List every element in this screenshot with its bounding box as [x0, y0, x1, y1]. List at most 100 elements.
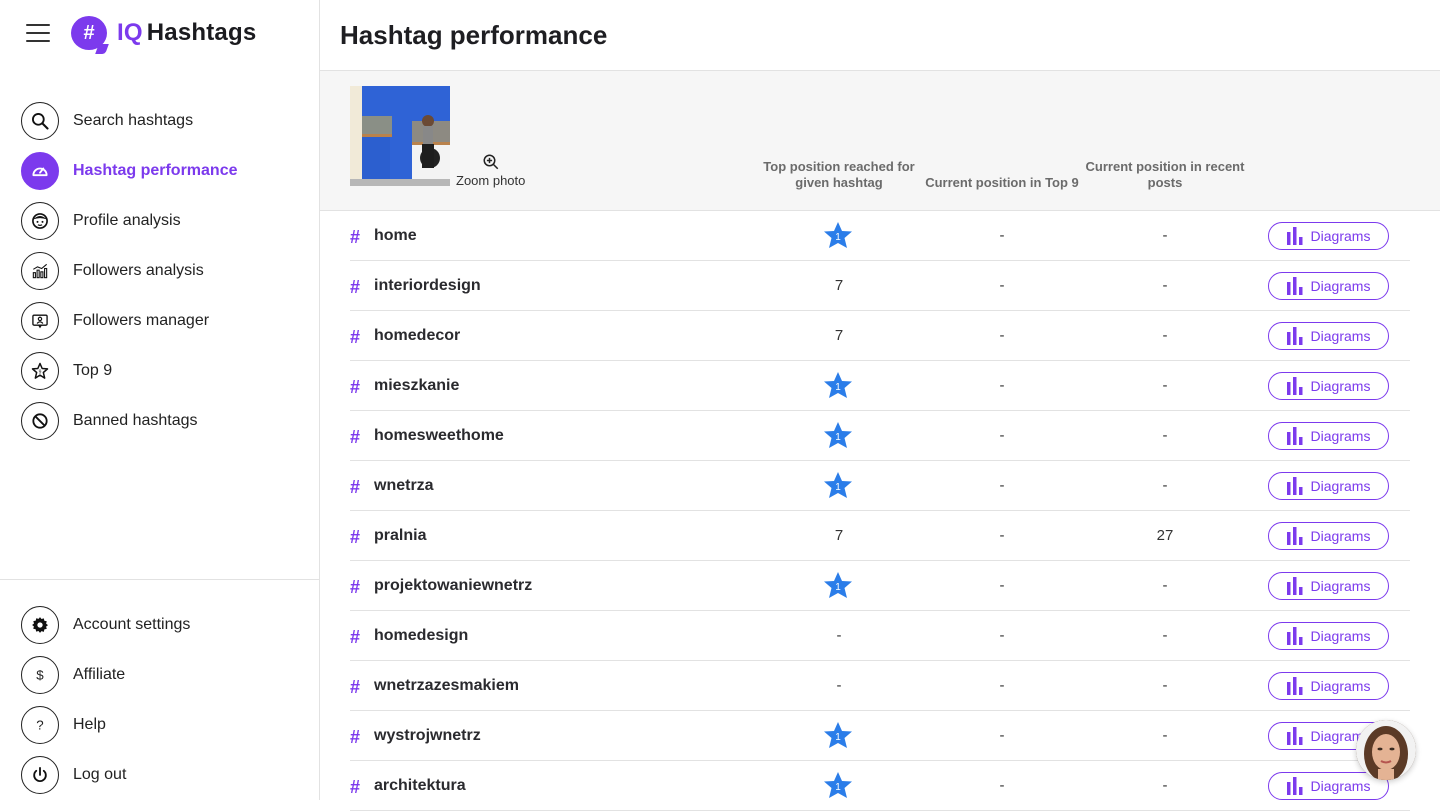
current-top9-value: -: [999, 327, 1005, 344]
sidebar-item-followers-manager[interactable]: Followers manager: [21, 296, 238, 346]
top-position-star-badge: 1: [822, 571, 854, 601]
top-position-star-badge: 1: [822, 371, 854, 401]
hashtag-name[interactable]: pralnia: [374, 527, 426, 545]
hashtag-name[interactable]: homesweethome: [374, 427, 504, 445]
bar-chart-icon: [1286, 377, 1303, 395]
sidebar-item-banned-hashtags[interactable]: Banned hashtags: [21, 396, 238, 446]
table-row: # interiordesign 7 - - Diagrams: [350, 261, 1410, 311]
current-top9-value: -: [999, 477, 1005, 494]
svg-text:$: $: [36, 668, 44, 683]
diagrams-button[interactable]: Diagrams: [1268, 622, 1389, 650]
table-row: # projektowaniewnetrz 1 - - Diagrams: [350, 561, 1410, 611]
top-position-value: -: [836, 677, 842, 694]
top-position-star-badge: 1: [822, 421, 854, 451]
logo-name: Hashtags: [146, 19, 257, 46]
diagrams-button[interactable]: Diagrams: [1268, 522, 1389, 550]
current-recent-value: -: [1162, 777, 1168, 794]
svg-text:9: 9: [39, 370, 42, 376]
current-recent-value: -: [1162, 377, 1168, 394]
diagrams-label: Diagrams: [1310, 778, 1371, 794]
table-row: # mieszkanie 1 - - Diagrams: [350, 361, 1410, 411]
current-recent-value: -: [1162, 477, 1168, 494]
chart-icon: [21, 252, 59, 290]
diagrams-label: Diagrams: [1310, 678, 1371, 694]
current-top9-value: -: [999, 227, 1005, 244]
diagrams-button[interactable]: Diagrams: [1268, 322, 1389, 350]
hashtag-name[interactable]: wnetrza: [374, 477, 434, 495]
sidebar-item-label: Account settings: [73, 616, 191, 633]
table-row: # home 1 - - Diagrams: [350, 211, 1410, 261]
hashtag-icon: #: [350, 377, 361, 397]
hashtag-icon: #: [350, 527, 361, 547]
sidebar-item-label: Help: [73, 716, 106, 733]
hashtag-name[interactable]: wnetrzazesmakiem: [374, 677, 519, 695]
top-position-value: 1: [835, 782, 841, 793]
top-position-star-badge: 1: [822, 721, 854, 751]
current-recent-value: -: [1162, 577, 1168, 594]
hashtag-name[interactable]: mieszkanie: [374, 377, 459, 395]
hashtag-name[interactable]: homedecor: [374, 327, 460, 345]
hashtag-name[interactable]: architektura: [374, 777, 466, 795]
current-top9-value: -: [999, 427, 1005, 444]
top-position-value: 1: [835, 382, 841, 393]
logo-text: IQ Hashtags: [117, 19, 256, 47]
top-position-star-badge: 1: [822, 771, 854, 801]
diagrams-button[interactable]: Diagrams: [1268, 572, 1389, 600]
sidebar-item-label: Affiliate: [73, 666, 126, 683]
sidebar-item-followers-analysis[interactable]: Followers analysis: [21, 246, 238, 296]
diagrams-button[interactable]: Diagrams: [1268, 672, 1389, 700]
sidebar-item-profile-analysis[interactable]: Profile analysis: [21, 196, 238, 246]
hashtag-icon: #: [350, 277, 361, 297]
current-recent-value: -: [1162, 627, 1168, 644]
zoom-photo-button[interactable]: Zoom photo: [456, 153, 525, 188]
sidebar-item-account-settings[interactable]: Account settings: [21, 600, 190, 650]
diagrams-label: Diagrams: [1310, 228, 1371, 244]
diagrams-label: Diagrams: [1310, 628, 1371, 644]
hashtag-icon: #: [350, 677, 361, 697]
hashtag-name[interactable]: homedesign: [374, 627, 468, 645]
top-position-star-badge: 1: [822, 221, 854, 251]
diagrams-label: Diagrams: [1310, 278, 1371, 294]
sidebar-item-top-9[interactable]: 9 Top 9: [21, 346, 238, 396]
question-icon: ?: [21, 706, 59, 744]
current-top9-value: -: [999, 577, 1005, 594]
sidebar-item-log-out[interactable]: Log out: [21, 750, 190, 800]
hashtag-name[interactable]: wystrojwnetrz: [374, 727, 481, 745]
current-recent-value: -: [1162, 727, 1168, 744]
sidebar-item-help[interactable]: ? Help: [21, 700, 190, 750]
sidebar-item-label: Followers analysis: [73, 262, 204, 279]
top-position-value: -: [836, 627, 842, 644]
table-row: # wnetrzazesmakiem - - - Diagrams: [350, 661, 1410, 711]
diagrams-button[interactable]: Diagrams: [1268, 372, 1389, 400]
sidebar-item-label: Followers manager: [73, 312, 210, 329]
zoom-in-icon: [483, 154, 498, 170]
diagrams-button[interactable]: Diagrams: [1268, 272, 1389, 300]
power-icon: [21, 756, 59, 794]
hashtag-name[interactable]: interiordesign: [374, 277, 481, 295]
table-row: # architektura 1 - - Diagrams: [350, 761, 1410, 811]
hashtag-icon: #: [350, 727, 361, 747]
top-position-value: 1: [835, 432, 841, 443]
sidebar-item-hashtag-performance[interactable]: Hashtag performance: [21, 146, 238, 196]
sidebar-item-search-hashtags[interactable]: Search hashtags: [21, 96, 238, 146]
ban-icon: [21, 402, 59, 440]
diagrams-button[interactable]: Diagrams: [1268, 472, 1389, 500]
logo-prefix: IQ: [117, 19, 143, 46]
hashtag-icon: #: [350, 777, 361, 797]
current-recent-value: -: [1162, 227, 1168, 244]
diagrams-button[interactable]: Diagrams: [1268, 422, 1389, 450]
support-chat-avatar[interactable]: [1356, 720, 1416, 780]
menu-toggle-icon[interactable]: [26, 24, 50, 42]
column-header-top-position: Top position reached for given hashtag: [763, 159, 915, 190]
sidebar-item-affiliate[interactable]: $ Affiliate: [21, 650, 190, 700]
top-position-star-badge: 1: [822, 471, 854, 501]
hashtag-name[interactable]: projektowaniewnetrz: [374, 577, 532, 595]
table-row: # homedecor 7 - - Diagrams: [350, 311, 1410, 361]
diagrams-label: Diagrams: [1310, 428, 1371, 444]
post-photo[interactable]: [350, 86, 450, 186]
hashtag-name[interactable]: home: [374, 227, 417, 245]
current-top9-value: -: [999, 277, 1005, 294]
bar-chart-icon: [1286, 777, 1303, 795]
page-title: Hashtag performance: [340, 20, 608, 50]
diagrams-button[interactable]: Diagrams: [1268, 222, 1389, 250]
